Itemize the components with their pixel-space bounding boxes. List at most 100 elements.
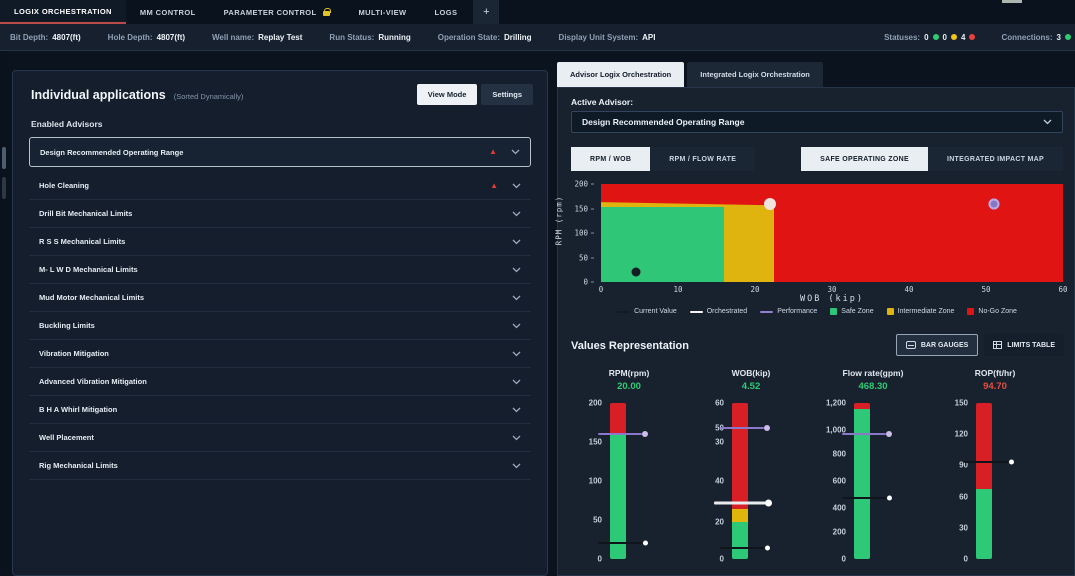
marker-line [714,501,766,504]
mode-button-rpm-flow-rate[interactable]: RPM / FLOW RATE [650,147,755,171]
status-field-label: Run Status: [329,33,374,42]
marker-dot [642,431,648,437]
legend-label: Current Value [634,308,677,315]
nav-tab-logs[interactable]: LOGS [421,0,472,24]
advisor-list: Design Recommended Operating Range▲Hole … [29,137,531,480]
advisor-item-mud-motor-mechanical-limits[interactable]: Mud Motor Mechanical Limits [29,284,531,312]
advisor-label: Rig Mechanical Limits [39,461,508,470]
x-tick-30: 30 [827,285,836,294]
status-field-value: 4807(ft) [157,33,185,42]
gauge-tick-100: 100 [568,477,602,486]
legend-color-swatch [967,308,974,315]
active-advisor-select[interactable]: Design Recommended Operating Range [571,111,1063,133]
y-tick-200: 200 [564,180,594,189]
performance-marker [598,429,648,439]
gauge-tick-150: 150 [934,399,968,408]
advisor-item-b-h-a-whirl-mitigation[interactable]: B H A Whirl Mitigation [29,396,531,424]
status-field-value: 4807(ft) [52,33,80,42]
tab-integrated-logix-orchestration[interactable]: Integrated Logix Orchestration [687,62,823,87]
advisor-item-advanced-vibration-mitigation[interactable]: Advanced Vibration Mitigation [29,368,531,396]
nav-tab-label: PARAMETER CONTROL [224,8,317,17]
advisor-label: Mud Motor Mechanical Limits [39,293,508,302]
status-dot [1065,34,1071,40]
current-marker [720,543,770,553]
advisor-label: Vibration Mitigation [39,349,508,358]
table-icon [993,341,1002,349]
advisor-item-buckling-limits[interactable]: Buckling Limits [29,312,531,340]
marker-dot [887,496,892,501]
nav-tab-logix-orchestration[interactable]: LOGIX ORCHESTRATION [0,0,126,24]
marker-line [842,433,886,435]
rail-indicator [2,177,6,199]
performance-marker [720,423,770,433]
gauge-bar [610,403,626,559]
advisor-item-r-s-s-mechanical-limits[interactable]: R S S Mechanical Limits [29,228,531,256]
gauge-tick-1-200: 1,200 [812,399,846,408]
advisor-label: Drill Bit Mechanical Limits [39,209,508,218]
marker-dot [886,431,892,437]
mode-button-safe-operating-zone[interactable]: SAFE OPERATING ZONE [801,147,928,171]
warning-icon: ▲ [490,182,498,190]
status-fields: Bit Depth:4807(ft)Hole Depth:4807(ft)Wel… [0,33,682,42]
status-field-operation-state: Operation State:Drilling [438,33,532,42]
bar-gauges-label: BAR GAUGES [921,342,968,349]
view-mode-button[interactable]: View Mode [417,84,478,105]
chevron-down-icon [512,323,521,329]
nav-tab-mm-control[interactable]: MM CONTROL [126,0,210,24]
gauge-value: 4.52 [690,381,812,392]
y-tick-100: 100 [564,229,594,238]
y-tick-150: 150 [564,204,594,213]
count-value: 3 [1057,33,1061,42]
advisor-label: B H A Whirl Mitigation [39,405,508,414]
count-value: 0 [943,33,947,42]
orchestrated-point [764,198,776,210]
y-tick-50: 50 [564,253,594,262]
chart-x-axis-label: WOB (kip) [601,294,1063,304]
gauge-tick-20: 20 [690,517,724,526]
advisor-item-vibration-mitigation[interactable]: Vibration Mitigation [29,340,531,368]
legend-label: Safe Zone [841,308,873,315]
status-field-well-name: Well name:Replay Test [212,33,302,42]
collapsed-side-rail[interactable] [0,51,9,568]
mode-button-integrated-impact-map[interactable]: INTEGRATED IMPACT MAP [928,147,1063,171]
tab-advisor-logix-orchestration[interactable]: Advisor Logix Orchestration [557,62,684,87]
bar-gauges-button[interactable]: BAR GAUGES [896,334,978,356]
legend-label: Intermediate Zone [898,308,955,315]
nav-tab-label: LOGIX ORCHESTRATION [14,7,112,16]
chevron-down-icon [1043,119,1052,125]
advisor-item-well-placement[interactable]: Well Placement [29,424,531,452]
chevron-down-icon [512,379,521,385]
gauge-zone-segment [976,403,992,489]
advisor-item-hole-cleaning[interactable]: Hole Cleaning▲ [29,172,531,200]
advisor-item-drill-bit-mechanical-limits[interactable]: Drill Bit Mechanical Limits [29,200,531,228]
nav-tab-multi-view[interactable]: MULTI-VIEW [344,0,420,24]
rail-indicator [2,147,6,169]
status-field-bit-depth: Bit Depth:4807(ft) [10,33,81,42]
chart-y-axis-label: RPM (rpm) [554,196,563,246]
advisor-item-design-recommended-operating-range[interactable]: Design Recommended Operating Range▲ [29,137,531,167]
mode-button-rpm-wob[interactable]: RPM / WOB [571,147,650,171]
count-value: 0 [924,33,928,42]
limits-table-button[interactable]: LIMITS TABLE [984,334,1064,356]
gauge-tick-120: 120 [934,430,968,439]
advisor-item-rig-mechanical-limits[interactable]: Rig Mechanical Limits [29,452,531,480]
settings-button[interactable]: Settings [481,84,533,105]
nav-tab-parameter-control[interactable]: PARAMETER CONTROL [210,0,345,24]
add-tab-button[interactable]: + [473,0,499,24]
active-advisor-label: Active Advisor: [571,97,633,107]
marker-dot [764,425,770,431]
status-field-label: Well name: [212,33,254,42]
marker-dot [765,499,772,506]
gauge-rop-ft-hr: ROP(ft/hr)94.701501209060300 [934,366,1056,571]
status-bar: Bit Depth:4807(ft)Hole Depth:4807(ft)Wel… [0,24,1075,51]
legend-item-intermediate-zone: Intermediate Zone [887,308,955,315]
gauge-zone-segment [976,489,992,559]
gauge-rpm-rpm: RPM(rpm)20.00200150100500 [568,366,690,571]
advisor-label: Design Recommended Operating Range [40,148,489,157]
legend-item-performance: Performance [760,308,817,315]
x-tick-0: 0 [599,285,604,294]
advisor-item-m-l-w-d-mechanical-limits[interactable]: M- L W D Mechanical Limits [29,256,531,284]
advisor-label: Buckling Limits [39,321,508,330]
zone-safe-zone [601,207,724,282]
status-field-run-status: Run Status:Running [329,33,410,42]
